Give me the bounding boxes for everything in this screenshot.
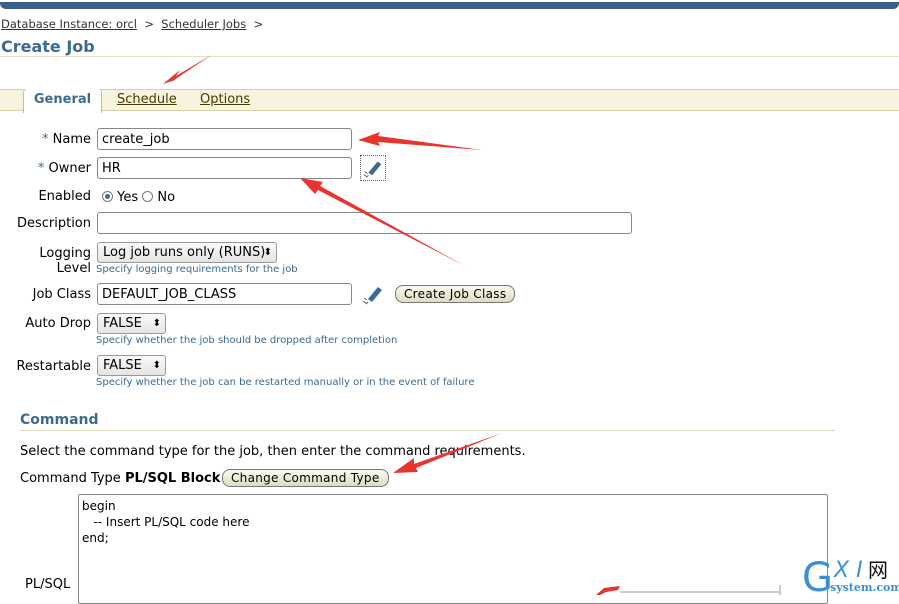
restartable-hint: Specify whether the job can be restarted…: [96, 377, 475, 388]
no-label: No: [157, 190, 176, 205]
tab-schedule[interactable]: Schedule: [117, 89, 177, 111]
arrow-annotation: [163, 54, 213, 84]
search-flashlight-icon[interactable]: [360, 155, 386, 181]
name-input[interactable]: create_job: [97, 128, 352, 150]
select-arrows-icon: ⬍: [152, 318, 161, 329]
enabled-radio-group: Yes No: [102, 190, 175, 205]
arrow-annotation: [358, 132, 482, 150]
tab-options[interactable]: Options: [200, 89, 250, 111]
yes-label: Yes: [117, 190, 139, 205]
auto-drop-select[interactable]: FALSE ⬍: [97, 313, 166, 334]
page-title: Create Job: [1, 37, 95, 56]
command-type-label: Command Type: [20, 471, 121, 486]
enabled-no-radio[interactable]: [142, 191, 154, 202]
svg-text:X I: X I: [833, 558, 863, 583]
select-arrows-icon: ⬍: [263, 247, 272, 258]
breadcrumb-separator: >: [253, 17, 264, 31]
command-instructions: Select the command type for the job, the…: [20, 444, 526, 459]
svg-text:system.com: system.com: [830, 581, 899, 594]
description-label: Description: [16, 216, 91, 231]
owner-label: * Owner: [37, 161, 91, 176]
description-input[interactable]: [97, 212, 632, 234]
tab-general[interactable]: General: [23, 89, 102, 113]
gxi-logo-icon: G X I 网 system.com: [802, 555, 899, 601]
top-banner: [0, 2, 899, 9]
command-type-row: Command Type PL/SQL Block: [20, 471, 220, 486]
search-flashlight-icon[interactable]: [360, 281, 386, 307]
watermark-logo: G X I 网 system.com: [800, 553, 899, 601]
plsql-label: PL/SQL: [25, 577, 71, 592]
command-type-value: PL/SQL Block: [124, 471, 221, 486]
logging-level-label: Logging Level: [39, 246, 91, 276]
plsql-code-textarea[interactable]: begin -- Insert PL/SQL code here end;: [78, 494, 828, 604]
divider: [20, 430, 835, 431]
auto-drop-label: Auto Drop: [25, 316, 91, 331]
command-section-heading: Command: [20, 412, 99, 428]
breadcrumb-separator: >: [144, 17, 154, 31]
restartable-select[interactable]: FALSE ⬍: [97, 355, 166, 376]
job-class-label: Job Class: [32, 287, 91, 302]
enabled-label: Enabled: [38, 189, 91, 204]
name-label: * Name: [42, 132, 91, 147]
divider: [0, 56, 899, 57]
create-job-class-button[interactable]: Create Job Class: [395, 285, 516, 303]
enabled-yes-radio[interactable]: [102, 191, 113, 202]
job-class-input[interactable]: DEFAULT_JOB_CLASS: [97, 283, 352, 305]
logging-level-hint: Specify logging requirements for the job: [96, 264, 298, 275]
svg-text:G: G: [802, 555, 833, 595]
logging-level-select[interactable]: Log job runs only (RUNS) ⬍: [97, 242, 277, 263]
select-arrows-icon: ⬍: [152, 360, 161, 371]
svg-text:网: 网: [868, 558, 888, 582]
change-command-type-button[interactable]: Change Command Type: [222, 469, 389, 487]
restartable-label: Restartable: [16, 359, 91, 374]
breadcrumb: Database Instance: orcl > Scheduler Jobs…: [1, 17, 263, 31]
auto-drop-hint: Specify whether the job should be droppe…: [96, 335, 398, 346]
breadcrumb-scheduler-jobs[interactable]: Scheduler Jobs: [161, 17, 246, 31]
owner-input[interactable]: HR: [97, 157, 352, 179]
breadcrumb-database-instance[interactable]: Database Instance: orcl: [1, 17, 137, 31]
